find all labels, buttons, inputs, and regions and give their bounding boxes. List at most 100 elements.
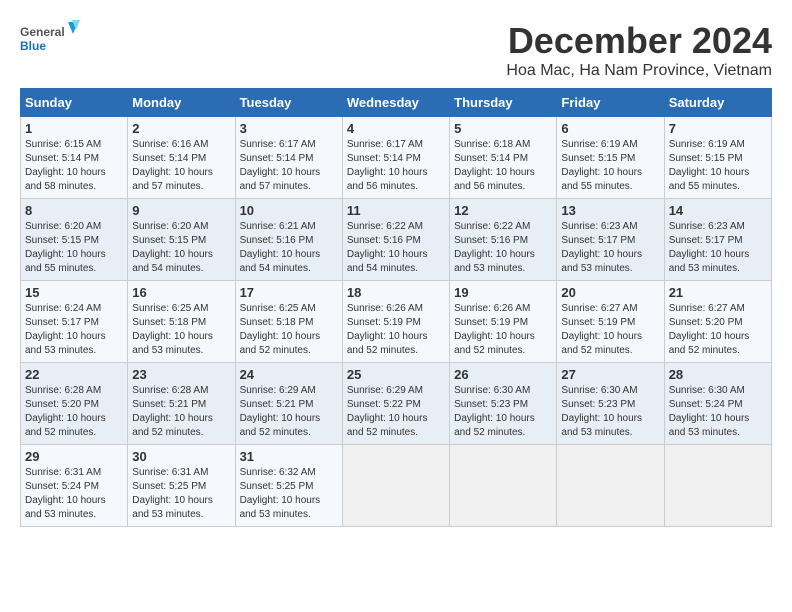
- day-number: 11: [347, 203, 445, 218]
- day-info: Sunrise: 6:26 AM Sunset: 5:19 PM Dayligh…: [454, 302, 552, 358]
- list-item: 16Sunrise: 6:25 AM Sunset: 5:18 PM Dayli…: [128, 281, 235, 363]
- day-info: Sunrise: 6:15 AM Sunset: 5:14 PM Dayligh…: [25, 138, 123, 194]
- day-number: 9: [132, 203, 230, 218]
- col-friday: Friday: [557, 89, 664, 117]
- day-number: 4: [347, 121, 445, 136]
- day-info: Sunrise: 6:22 AM Sunset: 5:16 PM Dayligh…: [454, 220, 552, 276]
- list-item: 12 Sunrise: 6:22 AM Sunset: 5:16 PM Dayli…: [450, 199, 557, 281]
- day-info: Sunrise: 6:17 AM Sunset: 5:14 PM Dayligh…: [240, 138, 338, 194]
- day-info: Sunrise: 6:30 AM Sunset: 5:23 PM Dayligh…: [561, 384, 659, 440]
- logo-svg: General Blue: [20, 20, 80, 60]
- list-item: 21Sunrise: 6:27 AM Sunset: 5:20 PM Dayli…: [664, 281, 771, 363]
- table-row: 1 Sunrise: 6:15 AM Sunset: 5:14 PM Daylig…: [21, 117, 772, 199]
- list-item: 20Sunrise: 6:27 AM Sunset: 5:19 PM Dayli…: [557, 281, 664, 363]
- day-info: Sunrise: 6:19 AM Sunset: 5:15 PM Dayligh…: [561, 138, 659, 194]
- calendar-header-row: Sunday Monday Tuesday Wednesday Thursday…: [21, 89, 772, 117]
- day-number: 10: [240, 203, 338, 218]
- day-number: 5: [454, 121, 552, 136]
- day-number: 19: [454, 285, 552, 300]
- list-item: [342, 445, 449, 527]
- day-info: Sunrise: 6:23 AM Sunset: 5:17 PM Dayligh…: [561, 220, 659, 276]
- table-row: 15 Sunrise: 6:24 AM Sunset: 5:17 PM Dayli…: [21, 281, 772, 363]
- day-number: 25: [347, 367, 445, 382]
- day-info: Sunrise: 6:29 AM Sunset: 5:22 PM Dayligh…: [347, 384, 445, 440]
- col-wednesday: Wednesday: [342, 89, 449, 117]
- day-number: 1: [25, 121, 123, 136]
- day-number: 6: [561, 121, 659, 136]
- day-number: 18: [347, 285, 445, 300]
- title-block: December 2024 Hoa Mac, Ha Nam Province, …: [506, 20, 772, 80]
- location: Hoa Mac, Ha Nam Province, Vietnam: [506, 62, 772, 80]
- day-info: Sunrise: 6:31 AM Sunset: 5:25 PM Dayligh…: [132, 466, 230, 522]
- col-monday: Monday: [128, 89, 235, 117]
- list-item: 5 Sunrise: 6:18 AM Sunset: 5:14 PM Daylig…: [450, 117, 557, 199]
- list-item: 26 Sunrise: 6:30 AM Sunset: 5:23 PM Dayli…: [450, 363, 557, 445]
- day-number: 22: [25, 367, 123, 382]
- col-tuesday: Tuesday: [235, 89, 342, 117]
- day-info: Sunrise: 6:31 AM Sunset: 5:24 PM Dayligh…: [25, 466, 123, 522]
- day-number: 23: [132, 367, 230, 382]
- list-item: 1 Sunrise: 6:15 AM Sunset: 5:14 PM Daylig…: [21, 117, 128, 199]
- list-item: 31 Sunrise: 6:32 AM Sunset: 5:25 PM Dayli…: [235, 445, 342, 527]
- col-thursday: Thursday: [450, 89, 557, 117]
- list-item: [664, 445, 771, 527]
- list-item: 27 Sunrise: 6:30 AM Sunset: 5:23 PM Dayli…: [557, 363, 664, 445]
- day-number: 31: [240, 449, 338, 464]
- day-info: Sunrise: 6:21 AM Sunset: 5:16 PM Dayligh…: [240, 220, 338, 276]
- col-saturday: Saturday: [664, 89, 771, 117]
- day-info: Sunrise: 6:24 AM Sunset: 5:17 PM Dayligh…: [25, 302, 123, 358]
- day-info: Sunrise: 6:18 AM Sunset: 5:14 PM Dayligh…: [454, 138, 552, 194]
- day-info: Sunrise: 6:16 AM Sunset: 5:14 PM Dayligh…: [132, 138, 230, 194]
- logo: General Blue: [20, 20, 80, 60]
- calendar-table: Sunday Monday Tuesday Wednesday Thursday…: [20, 88, 772, 527]
- svg-text:General: General: [20, 25, 65, 39]
- day-info: Sunrise: 6:20 AM Sunset: 5:15 PM Dayligh…: [132, 220, 230, 276]
- list-item: 25 Sunrise: 6:29 AM Sunset: 5:22 PM Dayli…: [342, 363, 449, 445]
- list-item: 9 Sunrise: 6:20 AM Sunset: 5:15 PM Daylig…: [128, 199, 235, 281]
- day-info: Sunrise: 6:25 AM Sunset: 5:18 PM Dayligh…: [132, 302, 230, 358]
- day-number: 3: [240, 121, 338, 136]
- day-number: 21: [669, 285, 767, 300]
- day-info: Sunrise: 6:30 AM Sunset: 5:24 PM Dayligh…: [669, 384, 767, 440]
- list-item: 17 Sunrise: 6:25 AM Sunset: 5:18 PM Dayli…: [235, 281, 342, 363]
- day-number: 8: [25, 203, 123, 218]
- day-number: 17: [240, 285, 338, 300]
- list-item: 24Sunrise: 6:29 AM Sunset: 5:21 PM Dayli…: [235, 363, 342, 445]
- day-number: 12: [454, 203, 552, 218]
- list-item: 22 Sunrise: 6:28 AM Sunset: 5:20 PM Dayli…: [21, 363, 128, 445]
- day-info: Sunrise: 6:26 AM Sunset: 5:19 PM Dayligh…: [347, 302, 445, 358]
- day-number: 13: [561, 203, 659, 218]
- svg-text:Blue: Blue: [20, 39, 46, 53]
- col-sunday: Sunday: [21, 89, 128, 117]
- list-item: 14 Sunrise: 6:23 AM Sunset: 5:17 PM Dayli…: [664, 199, 771, 281]
- list-item: [450, 445, 557, 527]
- table-row: 29 Sunrise: 6:31 AM Sunset: 5:24 PM Dayli…: [21, 445, 772, 527]
- list-item: 6 Sunrise: 6:19 AM Sunset: 5:15 PM Daylig…: [557, 117, 664, 199]
- list-item: 11 Sunrise: 6:22 AM Sunset: 5:16 PM Dayli…: [342, 199, 449, 281]
- list-item: 23 Sunrise: 6:28 AM Sunset: 5:21 PM Dayli…: [128, 363, 235, 445]
- day-info: Sunrise: 6:29 AM Sunset: 5:21 PM Dayligh…: [240, 384, 338, 440]
- day-number: 29: [25, 449, 123, 464]
- list-item: 18 Sunrise: 6:26 AM Sunset: 5:19 PM Dayli…: [342, 281, 449, 363]
- day-info: Sunrise: 6:17 AM Sunset: 5:14 PM Dayligh…: [347, 138, 445, 194]
- day-info: Sunrise: 6:25 AM Sunset: 5:18 PM Dayligh…: [240, 302, 338, 358]
- list-item: 4 Sunrise: 6:17 AM Sunset: 5:14 PM Daylig…: [342, 117, 449, 199]
- list-item: 29 Sunrise: 6:31 AM Sunset: 5:24 PM Dayli…: [21, 445, 128, 527]
- day-info: Sunrise: 6:28 AM Sunset: 5:20 PM Dayligh…: [25, 384, 123, 440]
- day-number: 20: [561, 285, 659, 300]
- day-number: 26: [454, 367, 552, 382]
- table-row: 8 Sunrise: 6:20 AM Sunset: 5:15 PM Daylig…: [21, 199, 772, 281]
- day-number: 27: [561, 367, 659, 382]
- day-number: 14: [669, 203, 767, 218]
- table-row: 22 Sunrise: 6:28 AM Sunset: 5:20 PM Dayli…: [21, 363, 772, 445]
- day-number: 15: [25, 285, 123, 300]
- day-info: Sunrise: 6:28 AM Sunset: 5:21 PM Dayligh…: [132, 384, 230, 440]
- day-info: Sunrise: 6:22 AM Sunset: 5:16 PM Dayligh…: [347, 220, 445, 276]
- list-item: 8Sunrise: 6:20 AM Sunset: 5:15 PM Daylig…: [21, 199, 128, 281]
- list-item: 2Sunrise: 6:16 AM Sunset: 5:14 PM Daylig…: [128, 117, 235, 199]
- day-info: Sunrise: 6:23 AM Sunset: 5:17 PM Dayligh…: [669, 220, 767, 276]
- day-info: Sunrise: 6:32 AM Sunset: 5:25 PM Dayligh…: [240, 466, 338, 522]
- list-item: 19 Sunrise: 6:26 AM Sunset: 5:19 PM Dayli…: [450, 281, 557, 363]
- list-item: 15 Sunrise: 6:24 AM Sunset: 5:17 PM Dayli…: [21, 281, 128, 363]
- day-info: Sunrise: 6:30 AM Sunset: 5:23 PM Dayligh…: [454, 384, 552, 440]
